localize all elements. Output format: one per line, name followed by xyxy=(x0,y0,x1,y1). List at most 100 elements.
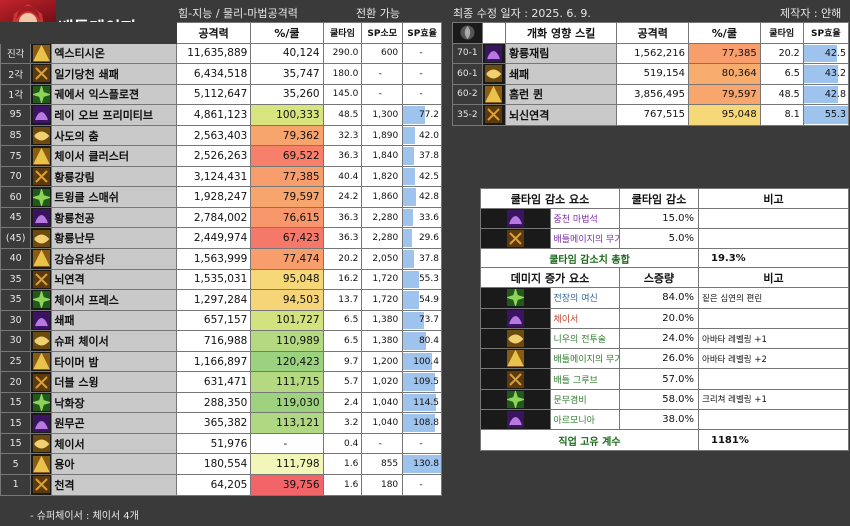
awakening-name: 뇌신연격 xyxy=(504,104,618,126)
skill-row: 40 강습유성타 1,563,999 77,474 20.2 2,050 37.8 xyxy=(0,248,442,270)
skill-icon xyxy=(32,311,50,329)
skill-sp-efficiency: 108.8 xyxy=(413,418,439,429)
skill-icon xyxy=(32,127,50,144)
cooldown-row: 배틀메이지의 무기 마스터리5.0% xyxy=(480,228,849,249)
damage-item-value: 26.0% xyxy=(619,348,699,370)
skill-row: 15 원무곤 365,382 113,121 3.2 1,040 108.8 xyxy=(0,412,442,434)
swirl-icon xyxy=(460,25,475,40)
damage-item-icon xyxy=(506,390,524,408)
damage-icon-cell xyxy=(480,368,551,390)
skill-pct: 119,030 xyxy=(250,391,324,414)
skill-icon xyxy=(32,270,50,288)
damage-icon-cell xyxy=(480,388,551,411)
skill-name: 일기당천 쇄패 xyxy=(51,63,177,85)
damage-item-name: 배틀 그루브 xyxy=(549,368,620,390)
skill-row: 25 타이머 밤 1,166,897 120,423 9.7 1,200 100.4 xyxy=(0,350,442,373)
awakening-icon-cell xyxy=(481,63,506,85)
skill-icon xyxy=(32,85,50,103)
skill-row: 30 쇄패 657,157 101,727 6.5 1,380 73.7 xyxy=(0,309,442,332)
skill-sp-efficiency-cell: 80.4 xyxy=(402,330,442,352)
skill-icon-cell xyxy=(30,391,53,414)
skill-sp-efficiency-cell: - xyxy=(402,83,442,106)
skill-sp: 1,300 xyxy=(361,104,404,126)
skill-sp: 180 xyxy=(361,474,404,496)
awakening-sp-efficiency-cell: 55.3 xyxy=(802,104,850,126)
skill-cooldown: 20.2 xyxy=(322,248,363,270)
skill-pct: 76,615 xyxy=(250,206,324,229)
damage-item-icon xyxy=(506,330,524,348)
skill-sp: 2,280 xyxy=(361,206,404,229)
skill-icon xyxy=(32,106,50,124)
damage-item-icon xyxy=(506,309,524,327)
cooldown-total-row: 쿨타임 감소치 총합 19.3% xyxy=(480,248,849,269)
skill-sp-efficiency-cell: 77.2 xyxy=(402,104,442,126)
skill-level: 40 xyxy=(0,248,32,270)
damage-header-name: 데미지 증가 요소 xyxy=(480,266,620,289)
skill-table: 공격력 %/쿨 쿨타임 SP소모 SP효율 진각 엑스티시온 11,635,889 4… xyxy=(0,22,442,496)
skill-name: 쇄패 xyxy=(51,309,177,332)
skill-pct: 111,715 xyxy=(250,371,324,393)
skill-icon-cell xyxy=(30,124,53,147)
damage-row: 배틀메이지의 무기 마스터리26.0%아바타 레벨링 +2 xyxy=(480,348,849,370)
damage-item-name: 문무겸비 xyxy=(549,388,620,411)
skill-icon-cell xyxy=(30,42,53,65)
damage-item-name: 체이서 xyxy=(549,307,620,329)
awakening-sp-efficiency: 55.3 xyxy=(824,109,846,121)
skill-pct: 110,989 xyxy=(250,330,324,352)
skill-row: 1 천격 64,205 39,756 1.6 180 - xyxy=(0,474,442,496)
skill-attack: 1,166,897 xyxy=(175,350,252,373)
skill-icon-cell xyxy=(30,186,53,208)
skill-attack: 716,988 xyxy=(175,330,252,352)
skill-sp: 1,840 xyxy=(361,145,404,167)
skill-sp: 1,020 xyxy=(361,371,404,393)
header-pct: %/쿨 xyxy=(250,22,324,44)
skill-attack: 64,205 xyxy=(175,474,252,496)
header-spacer xyxy=(30,22,53,44)
skill-icon-cell xyxy=(30,268,53,291)
skill-sp-efficiency: - xyxy=(419,89,423,100)
skill-cooldown: 9.7 xyxy=(322,350,363,373)
cooldown-header-val: 쿨타임 감소 xyxy=(619,188,699,209)
skill-level: 15 xyxy=(0,412,32,434)
skill-row: 35 뇌연격 1,535,031 95,048 16.2 1,720 55.3 xyxy=(0,268,442,291)
awakening-cooldown: 8.1 xyxy=(759,104,804,126)
awakening-header-cd: 쿨타임 xyxy=(759,22,804,44)
skill-sp-efficiency: 109.5 xyxy=(413,377,439,388)
damage-table: 데미지 증가 요소 스증량 비고 전장의 여신 84.0% 짙은 심연의 편린 체이서… xyxy=(480,266,849,451)
skill-pct: 35,747 xyxy=(250,63,324,85)
cooldown-total-value: 19.3% xyxy=(698,248,849,269)
skill-icon-cell xyxy=(30,289,53,311)
skill-sp-efficiency-cell: 55.3 xyxy=(402,268,442,291)
skill-cooldown: 5.7 xyxy=(322,371,363,393)
damage-header-note: 비고 xyxy=(698,266,849,289)
skill-icon-cell xyxy=(30,432,53,455)
skill-sp-efficiency: 54.9 xyxy=(418,294,439,305)
skill-pct: 94,503 xyxy=(250,289,324,311)
cooldown-item-note xyxy=(698,228,849,249)
skill-name: 황룡강림 xyxy=(51,165,177,188)
skill-attack: 1,928,247 xyxy=(175,186,252,208)
skill-level: (45) xyxy=(0,227,32,250)
damage-row: 배틀 그루브 57.0% xyxy=(480,368,849,390)
skill-sp: 1,720 xyxy=(361,289,404,311)
skill-sp: 1,820 xyxy=(361,165,404,188)
skill-pct: 100,333 xyxy=(250,104,324,126)
awakening-row: 70-1 황룡재림 1,562,216 77,385 20.2 42.5 xyxy=(452,42,850,64)
skill-level: 85 xyxy=(0,124,32,147)
awakening-level: 35-2 xyxy=(452,104,483,126)
skill-name: 용아 xyxy=(51,453,177,476)
awakening-skill-icon xyxy=(485,65,503,83)
skill-level: 30 xyxy=(0,330,32,352)
skill-attack: 11,635,889 xyxy=(175,42,252,65)
damage-total-row: 직업 고유 계수 1181% xyxy=(480,429,849,451)
cooldown-row: 중천 마법석 15.0% xyxy=(480,208,849,229)
skill-icon xyxy=(32,209,50,227)
skill-sp-efficiency-cell: 130.8 xyxy=(402,453,442,476)
skill-icon-cell xyxy=(30,206,53,229)
skill-attack: 288,350 xyxy=(175,391,252,414)
awakening-header-pct: %/쿨 xyxy=(688,22,761,44)
skill-name: 황룡난무 xyxy=(51,227,177,250)
skill-name: 체이서 클러스터 xyxy=(51,145,177,167)
cooldown-item-note xyxy=(698,208,849,229)
skill-row: 75 체이서 클러스터 2,526,263 69,522 36.3 1,840 37.8 xyxy=(0,145,442,167)
